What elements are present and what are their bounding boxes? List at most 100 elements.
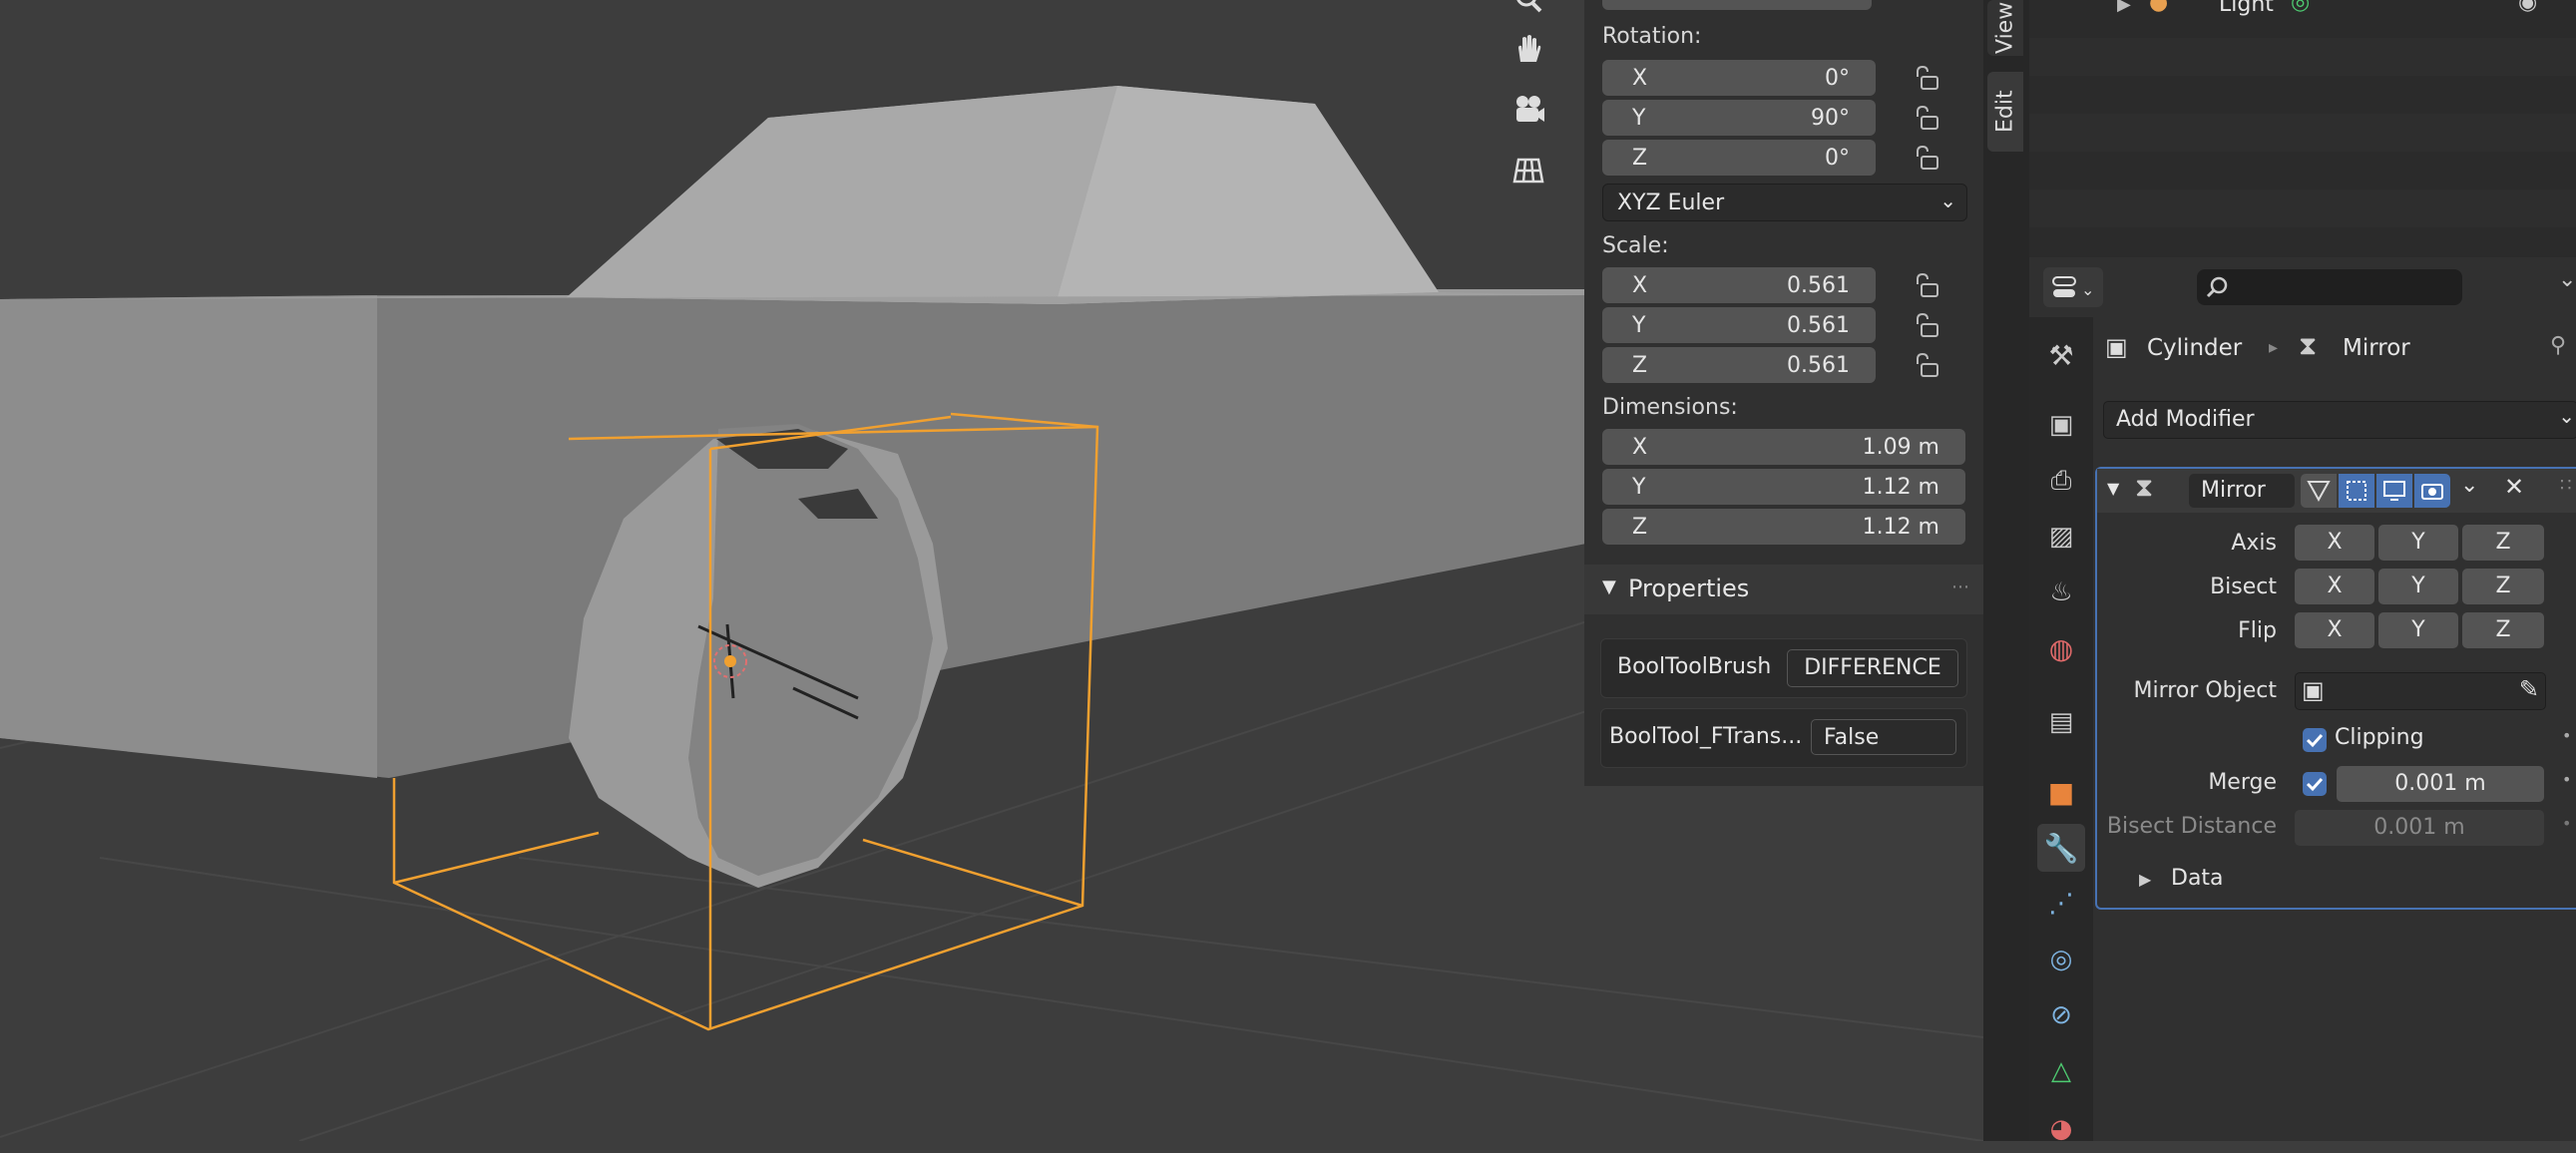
collapse-triangle-icon[interactable]: ▼ <box>2107 479 2119 498</box>
unlock-icon[interactable] <box>1914 143 1943 173</box>
bisect-z-toggle[interactable]: Z <box>2462 569 2544 604</box>
axis-label: X <box>1632 66 1648 91</box>
data-subpanel-label[interactable]: Data <box>2171 866 2224 891</box>
keyframe-dot-icon[interactable]: • <box>2562 726 2571 745</box>
expand-triangle-icon[interactable]: ▶ <box>2139 870 2151 889</box>
location-z-field[interactable] <box>1602 0 1872 10</box>
properties-tabs: ⚒ ▣ ⎙ ▨ ♨ ◍ ▤ ■ 🔧 ⋰ ◎ ⊘ △ ◕ <box>2029 317 2093 1144</box>
edit-mode-cage-toggle-icon[interactable] <box>2301 474 2337 508</box>
unlock-icon[interactable] <box>1914 63 1943 93</box>
flip-y-toggle[interactable]: Y <box>2378 612 2458 648</box>
editor-type-button[interactable]: ⌄ <box>2043 267 2103 307</box>
unlock-icon[interactable] <box>1914 103 1943 133</box>
axis-label: Y <box>1632 313 1646 338</box>
object-tab-icon[interactable]: ■ <box>2037 768 2085 816</box>
eye-icon[interactable]: ◉ <box>2518 0 2537 15</box>
close-icon[interactable]: ✕ <box>2504 473 2524 501</box>
eyedropper-icon[interactable]: ✎ <box>2519 675 2539 703</box>
rotation-label: Rotation: <box>1602 24 1702 49</box>
properties-section-header[interactable]: ▼ Properties ⋯ <box>1584 565 1983 614</box>
bisect-distance-field[interactable]: 0.001 m <box>2295 810 2544 846</box>
axis-label: Y <box>1632 106 1646 131</box>
outliner-item-label: Light <box>2219 0 2274 17</box>
rotation-z-field[interactable]: Z 0° <box>1602 140 1876 176</box>
tab-view[interactable]: View <box>1987 0 2023 56</box>
flip-x-toggle[interactable]: X <box>2295 612 2374 648</box>
unlock-icon[interactable] <box>1914 270 1943 300</box>
unlock-icon[interactable] <box>1914 310 1943 340</box>
viewport-display-toggle-icon[interactable] <box>2376 474 2412 508</box>
bisect-x-toggle[interactable]: X <box>2295 569 2374 604</box>
custom-property-value[interactable]: DIFFERENCE <box>1787 649 1958 687</box>
breadcrumb: ▣ Cylinder ▸ ⧗ Mirror ⚲ <box>2103 331 2576 371</box>
view-layer-tab-icon[interactable]: ▨ <box>2037 513 2085 561</box>
search-input[interactable] <box>2197 269 2462 305</box>
particles-tab-icon[interactable]: ⋰ <box>2037 880 2085 928</box>
rotation-z-value: 0° <box>1825 146 1850 171</box>
ortho-grid-icon[interactable] <box>1510 152 1566 207</box>
merge-distance-field[interactable]: 0.001 m <box>2337 766 2544 802</box>
chevron-down-icon[interactable]: ⌄ <box>2558 267 2576 292</box>
axis-label: X <box>1632 435 1648 460</box>
scale-y-field[interactable]: Y 0.561 <box>1602 307 1876 343</box>
axis-z-toggle[interactable]: Z <box>2462 525 2544 561</box>
edit-mode-toggle-icon[interactable] <box>2339 474 2374 508</box>
axis-y-toggle[interactable]: Y <box>2378 525 2458 561</box>
tool-tab-icon[interactable]: ⚒ <box>2037 331 2085 379</box>
outliner-empty-row <box>2029 76 2576 114</box>
rotation-mode-dropdown[interactable]: XYZ Euler ⌄ <box>1602 184 1967 221</box>
collection-tab-icon[interactable]: ▤ <box>2037 698 2085 746</box>
rotation-y-field[interactable]: Y 90° <box>1602 100 1876 136</box>
outliner-empty-row <box>2029 38 2576 76</box>
pin-icon[interactable]: ⚲ <box>2550 333 2566 358</box>
chevron-down-icon[interactable]: ⌄ <box>2460 473 2478 498</box>
clipping-checkbox[interactable] <box>2303 728 2327 752</box>
modifier-header[interactable]: ▼ ⧗ Mirror ⌄ ✕ ∷ <box>2097 469 2576 513</box>
constraints-tab-icon[interactable]: ⊘ <box>2037 991 2085 1039</box>
drag-handle-icon[interactable]: ⋯ <box>1951 576 1969 597</box>
physics-tab-icon[interactable]: ◎ <box>2037 936 2085 983</box>
expand-arrow-icon[interactable]: ▶ <box>2117 0 2131 15</box>
breadcrumb-object: Cylinder <box>2147 335 2243 361</box>
camera-icon[interactable] <box>1510 92 1566 148</box>
rotation-y-value: 90° <box>1811 106 1850 131</box>
scene-tab-icon[interactable]: ♨ <box>2037 569 2085 616</box>
render-toggle-camera-icon[interactable] <box>2414 474 2450 508</box>
properties-section-title: Properties <box>1628 575 1750 602</box>
modifier-tab-wrench-icon[interactable]: 🔧 <box>2037 824 2085 872</box>
unlock-icon[interactable] <box>1914 350 1943 380</box>
modifier-name-field[interactable]: Mirror <box>2189 474 2295 508</box>
keyframe-dot-icon[interactable]: • <box>2562 814 2571 833</box>
tab-edit[interactable]: Edit <box>1987 72 2023 152</box>
pan-hand-icon[interactable] <box>1510 32 1566 88</box>
merge-checkbox[interactable] <box>2303 772 2327 796</box>
mirror-modifier-icon: ⧗ <box>2135 473 2154 503</box>
mirror-object-field[interactable]: ▣ ✎ <box>2295 672 2546 710</box>
add-modifier-dropdown[interactable]: Add Modifier ⌄ <box>2103 401 2576 439</box>
data-tab-icon[interactable]: △ <box>2037 1047 2085 1095</box>
keyframe-dot-icon[interactable]: • <box>2562 770 2571 789</box>
rotation-x-field[interactable]: X 0° <box>1602 60 1876 96</box>
bisect-y-toggle[interactable]: Y <box>2378 569 2458 604</box>
light-icon: ● <box>2149 0 2169 15</box>
drag-handle-icon[interactable]: ∷ <box>2560 475 2571 496</box>
rotation-x-value: 0° <box>1825 66 1850 91</box>
dimension-y-field[interactable]: Y 1.12 m <box>1602 469 1965 505</box>
custom-property-value[interactable]: False <box>1811 719 1956 755</box>
output-tab-icon[interactable]: ⎙ <box>2037 457 2085 505</box>
custom-property-name: BoolToolBrush <box>1617 654 1772 679</box>
custom-property-name: BoolTool_FTrans... <box>1609 724 1803 749</box>
scale-x-value: 0.561 <box>1787 273 1850 298</box>
dimension-z-field[interactable]: Z 1.12 m <box>1602 509 1965 545</box>
render-tab-icon[interactable]: ▣ <box>2037 401 2085 449</box>
outliner-empty-row <box>2029 152 2576 190</box>
scale-z-field[interactable]: Z 0.561 <box>1602 347 1876 383</box>
scale-x-field[interactable]: X 0.561 <box>1602 267 1876 303</box>
material-tab-icon[interactable]: ◕ <box>2037 1105 2085 1153</box>
world-tab-icon[interactable]: ◍ <box>2037 624 2085 672</box>
flip-z-toggle[interactable]: Z <box>2462 612 2544 648</box>
object-icon: ▣ <box>2302 676 2325 704</box>
outliner-row-light[interactable]: ▶ ● Light ◎ ◉ <box>2029 0 2576 38</box>
axis-x-toggle[interactable]: X <box>2295 525 2374 561</box>
dimension-x-field[interactable]: X 1.09 m <box>1602 429 1965 465</box>
